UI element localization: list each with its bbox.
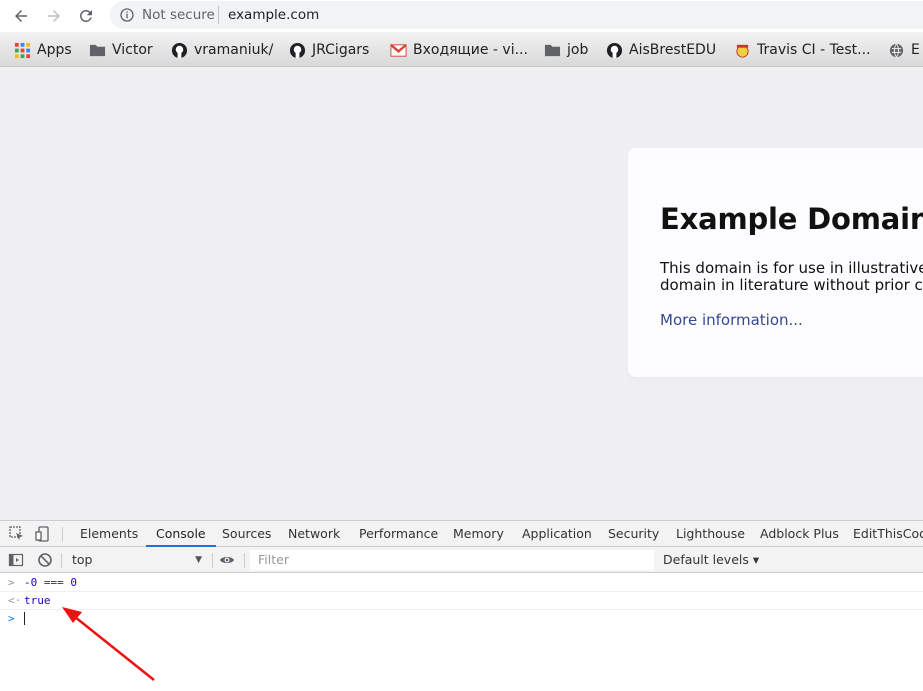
info-icon[interactable] [119, 7, 135, 23]
apps-grid-icon [14, 42, 31, 59]
bookmark-label: Victor [112, 42, 153, 58]
bookmark-label: E [911, 42, 920, 58]
github-icon [606, 42, 623, 59]
device-toolbar-icon[interactable] [35, 526, 51, 542]
console-command: -0 === 0 [24, 576, 77, 589]
github-icon [171, 42, 188, 59]
paragraph-line-2: domain in literature without prior co [660, 276, 923, 294]
folder-icon [544, 42, 561, 59]
tab-lighthouse[interactable]: Lighthouse [676, 521, 745, 547]
address-bar[interactable]: Not secure example.com [110, 1, 923, 29]
text-caret [24, 612, 25, 625]
show-sidebar-icon[interactable] [8, 552, 24, 568]
tab-memory[interactable]: Memory [453, 521, 504, 547]
bookmark-travis[interactable]: Travis CI - Test... [734, 40, 871, 60]
tab-security[interactable]: Security [608, 521, 659, 547]
bookmark-label: Travis CI - Test... [757, 42, 871, 58]
input-prompt-icon: > [8, 576, 15, 589]
forward-button[interactable] [42, 4, 66, 28]
bookmark-label: vramaniuk/ [194, 42, 274, 58]
more-information-link[interactable]: More information... [660, 311, 803, 329]
bookmark-apps[interactable]: Apps [14, 40, 72, 60]
tab-sources[interactable]: Sources [222, 521, 271, 547]
tab-network[interactable]: Network [288, 521, 340, 547]
console-toolbar-divider [212, 553, 213, 568]
dropdown-arrow-icon: ▼ [195, 555, 202, 565]
tab-performance[interactable]: Performance [359, 521, 438, 547]
bookmark-gmail[interactable]: Входящие - vi... [390, 40, 528, 60]
bookmark-victor[interactable]: Victor [89, 40, 153, 60]
bookmark-label: JRCigars [312, 42, 370, 58]
tab-bar-divider [62, 527, 63, 542]
tab-console[interactable]: Console [146, 521, 216, 547]
tab-editthiscookie[interactable]: EditThisCook [853, 521, 923, 547]
console-result-line: <· true [0, 592, 923, 610]
bookmark-label: Входящие - vi... [413, 42, 528, 58]
clear-console-icon[interactable] [37, 552, 53, 568]
result-prompt-icon: <· [8, 594, 22, 607]
folder-icon [89, 42, 106, 59]
bookmark-e[interactable]: E [888, 40, 920, 60]
github-icon [289, 42, 306, 59]
page-heading: Example Domain [660, 202, 923, 236]
security-label[interactable]: Not secure [142, 7, 215, 23]
address-separator [218, 6, 219, 24]
travis-icon [734, 42, 751, 59]
console-toolbar-divider [244, 553, 245, 568]
forward-arrow-icon [48, 10, 60, 22]
bookmark-job[interactable]: job [544, 40, 588, 60]
content-card: Example Domain This domain is for use in… [628, 148, 923, 377]
inspect-element-icon[interactable] [9, 526, 25, 542]
bookmarks-bar: Apps Victor vramaniuk/ JRCigars Входящие… [0, 32, 923, 67]
bookmark-jrcigars[interactable]: JRCigars [289, 40, 369, 60]
globe-icon [888, 42, 905, 59]
paragraph-line-1: This domain is for use in illustrative e [660, 259, 923, 277]
tab-elements[interactable]: Elements [80, 521, 138, 547]
console-prompt-line[interactable]: > [0, 610, 923, 628]
eye-icon[interactable] [219, 552, 235, 568]
devtools-tab-bar: Elements Console Sources Network Perform… [0, 520, 923, 547]
bookmark-vramaniuk[interactable]: vramaniuk/ [171, 40, 273, 60]
page-paragraph: This domain is for use in illustrative e… [660, 260, 923, 294]
console-input-line: > -0 === 0 [0, 574, 923, 592]
console-filter-input[interactable]: Filter [250, 550, 654, 570]
console-toolbar-divider [61, 553, 62, 568]
context-selector[interactable]: top ▼ [66, 550, 206, 570]
bookmark-label: AisBrestEDU [629, 42, 717, 58]
tab-application[interactable]: Application [522, 521, 592, 547]
gmail-icon [390, 42, 407, 59]
console-result: true [24, 594, 51, 607]
bookmark-label: Apps [37, 42, 72, 58]
console-output[interactable]: > -0 === 0 <· true > [0, 574, 923, 691]
log-levels-dropdown[interactable]: Default levels ▾ [663, 550, 759, 570]
browser-toolbar: Not secure example.com [0, 0, 923, 32]
reload-icon [79, 9, 92, 22]
devtools-panel: Elements Console Sources Network Perform… [0, 520, 923, 691]
context-value: top [72, 552, 93, 567]
url-text[interactable]: example.com [228, 7, 319, 23]
bookmark-aisbrestedu[interactable]: AisBrestEDU [606, 40, 716, 60]
reload-button[interactable] [74, 4, 98, 28]
back-button[interactable] [9, 4, 33, 28]
console-toolbar: top ▼ Filter Default levels ▾ [0, 547, 923, 573]
page-viewport: Example Domain This domain is for use in… [0, 67, 923, 520]
bookmark-label: job [567, 42, 589, 58]
active-prompt-icon: > [8, 612, 15, 625]
tab-adblock-plus[interactable]: Adblock Plus [760, 521, 839, 547]
back-arrow-icon [15, 10, 27, 22]
